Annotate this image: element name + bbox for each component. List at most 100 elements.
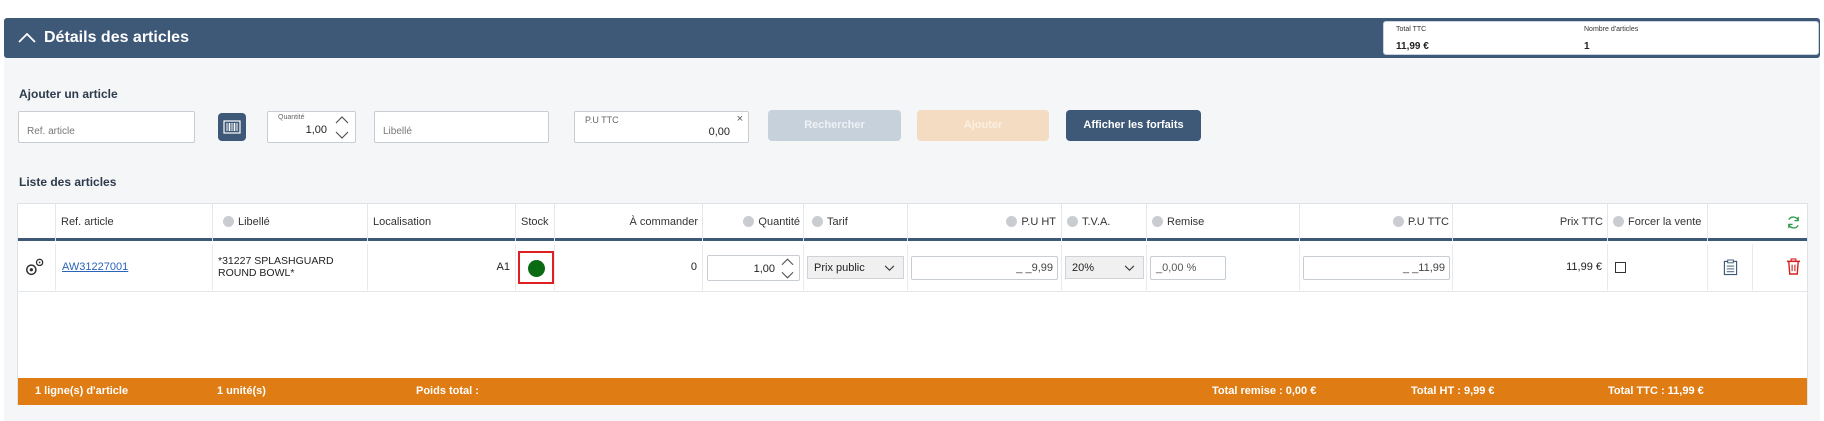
- pencil-icon: [1067, 215, 1078, 227]
- article-list-title: Liste des articles: [19, 175, 117, 189]
- pencil-icon: [1152, 215, 1163, 227]
- table-row[interactable]: AW31227001 *31227 SPLASHGUARD ROUND BOWL…: [18, 244, 1807, 292]
- pencil-icon: [1392, 215, 1404, 227]
- th-tva[interactable]: T.V.A.: [1062, 204, 1147, 241]
- stepper-down-icon[interactable]: [335, 131, 349, 139]
- td-remise: _0,00 %: [1147, 244, 1300, 292]
- pencil-icon: [1613, 215, 1624, 227]
- libelle-placeholder: Libellé: [383, 126, 412, 137]
- nb-articles-label: Nombre d'articles: [1584, 26, 1639, 33]
- chevron-down-icon: [884, 265, 895, 272]
- td-tva: 20%: [1062, 244, 1147, 292]
- td-delete: [1753, 244, 1809, 292]
- footer-total-ttc: Total TTC : 11,99 €: [1608, 385, 1704, 397]
- add-article-title: Ajouter un article: [19, 87, 118, 101]
- article-details-page: Détails des articles Total TTC 11,99 € N…: [0, 0, 1824, 421]
- tarif-value: Prix public: [814, 262, 865, 274]
- th-libelle-label: Libellé: [238, 216, 270, 228]
- nb-articles-value: 1: [1584, 41, 1590, 52]
- a-commander-value: 0: [690, 261, 697, 273]
- th-forcer-label: Forcer la vente: [1628, 216, 1702, 228]
- td-a-commander: 0: [555, 244, 703, 292]
- th-actions: [1708, 204, 1809, 241]
- table-footer: 1 ligne(s) d'article 1 unité(s) Poids to…: [18, 378, 1807, 405]
- th-quantite[interactable]: Quantité: [703, 204, 804, 241]
- td-quantite: 1,00: [703, 244, 804, 292]
- quantity-cell-value: 1,00: [753, 263, 775, 275]
- pu-ht-input[interactable]: _ _9,99: [911, 256, 1058, 280]
- footer-weight: Poids total :: [416, 385, 479, 397]
- tva-select[interactable]: 20%: [1065, 256, 1144, 279]
- th-a-commander[interactable]: À commander: [555, 204, 703, 241]
- ref-link[interactable]: AW31227001: [62, 261, 128, 273]
- quantity-cell-stepper[interactable]: 1,00: [707, 255, 800, 281]
- th-pu-ht-label: P.U HT: [1021, 216, 1056, 228]
- gears-icon[interactable]: [24, 256, 46, 278]
- td-options[interactable]: [18, 244, 56, 292]
- th-tva-label: T.V.A.: [1082, 216, 1111, 228]
- chevron-down-icon: [1124, 265, 1135, 272]
- ref-article-input[interactable]: Ref. article: [18, 111, 195, 143]
- ref-article-placeholder: Ref. article: [27, 126, 75, 137]
- th-localisation[interactable]: Localisation: [368, 204, 516, 241]
- td-forcer: [1608, 244, 1708, 292]
- trash-icon[interactable]: [1786, 258, 1801, 275]
- th-pu-ttc[interactable]: P.U TTC: [1300, 204, 1453, 241]
- section-title: Détails des articles: [44, 29, 189, 46]
- th-stock[interactable]: Stock: [516, 204, 555, 241]
- pu-ttc-value: 0,00: [708, 126, 730, 138]
- tva-value: 20%: [1072, 262, 1095, 274]
- clipboard-icon[interactable]: [1723, 259, 1738, 276]
- summary-box: Total TTC 11,99 € Nombre d'articles 1: [1383, 21, 1819, 55]
- footer-total-remise: Total remise : 0,00 €: [1212, 385, 1317, 397]
- th-pu-ht[interactable]: P.U HT: [908, 204, 1062, 241]
- pu-ht-value: _ _9,99: [1016, 262, 1053, 274]
- th-libelle[interactable]: Libellé: [213, 204, 368, 241]
- td-libelle: *31227 SPLASHGUARD ROUND BOWL*: [213, 244, 368, 292]
- pu-ttc-row-value: _ _11,99: [1402, 262, 1445, 274]
- stock-indicator: [528, 260, 545, 277]
- total-ttc-label: Total TTC: [1396, 26, 1427, 33]
- section-header[interactable]: Détails des articles Total TTC 11,99 € N…: [4, 18, 1820, 58]
- th-quantite-label: Quantité: [758, 216, 800, 228]
- pu-ttc-row-input[interactable]: _ _11,99: [1303, 256, 1450, 280]
- show-forfaits-button[interactable]: Afficher les forfaits: [1066, 110, 1201, 141]
- libelle-value: *31227 SPLASHGUARD ROUND BOWL*: [218, 255, 334, 279]
- stepper-up-icon[interactable]: [781, 258, 794, 266]
- tarif-select[interactable]: Prix public: [807, 256, 904, 279]
- pencil-icon: [1006, 215, 1018, 227]
- clear-icon[interactable]: ×: [737, 113, 743, 125]
- th-tarif[interactable]: Tarif: [804, 204, 908, 241]
- pencil-icon: [743, 215, 755, 227]
- total-ttc-value: 11,99 €: [1396, 41, 1429, 52]
- quantity-stepper[interactable]: Quantité 1,00: [267, 111, 356, 143]
- th-prix-ttc[interactable]: Prix TTC: [1453, 204, 1608, 241]
- td-pu-ht: _ _9,99: [908, 244, 1062, 292]
- stepper-up-icon[interactable]: [335, 116, 349, 124]
- remise-input[interactable]: _0,00 %: [1150, 256, 1226, 280]
- th-forcer[interactable]: Forcer la vente: [1608, 204, 1708, 241]
- refresh-icon[interactable]: [1786, 215, 1801, 230]
- th-remise[interactable]: Remise: [1147, 204, 1300, 241]
- search-button[interactable]: Rechercher: [768, 110, 901, 141]
- table-header: Ref. article Libellé Localisation Stock …: [18, 204, 1807, 241]
- td-ref[interactable]: AW31227001: [56, 244, 213, 292]
- prix-ttc-value: 11,99 €: [1566, 261, 1602, 273]
- stock-highlight: [518, 251, 554, 284]
- pu-ttc-input[interactable]: P.U TTC 0,00 ×: [574, 111, 749, 143]
- articles-table: Ref. article Libellé Localisation Stock …: [17, 203, 1808, 405]
- td-details: [1708, 244, 1753, 292]
- td-pu-ttc: _ _11,99: [1300, 244, 1453, 292]
- barcode-icon: [223, 120, 241, 134]
- td-tarif: Prix public: [804, 244, 908, 292]
- libelle-input[interactable]: Libellé: [374, 111, 549, 143]
- stepper-down-icon[interactable]: [781, 271, 794, 279]
- barcode-button[interactable]: [218, 113, 246, 141]
- add-button[interactable]: Ajouter: [917, 110, 1049, 141]
- th-remise-label: Remise: [1167, 216, 1205, 228]
- chevron-up-icon[interactable]: [17, 27, 37, 47]
- th-tarif-label: Tarif: [827, 216, 848, 228]
- th-ref[interactable]: Ref. article: [56, 204, 213, 241]
- forcer-checkbox[interactable]: [1615, 262, 1626, 273]
- pencil-icon: [223, 215, 234, 227]
